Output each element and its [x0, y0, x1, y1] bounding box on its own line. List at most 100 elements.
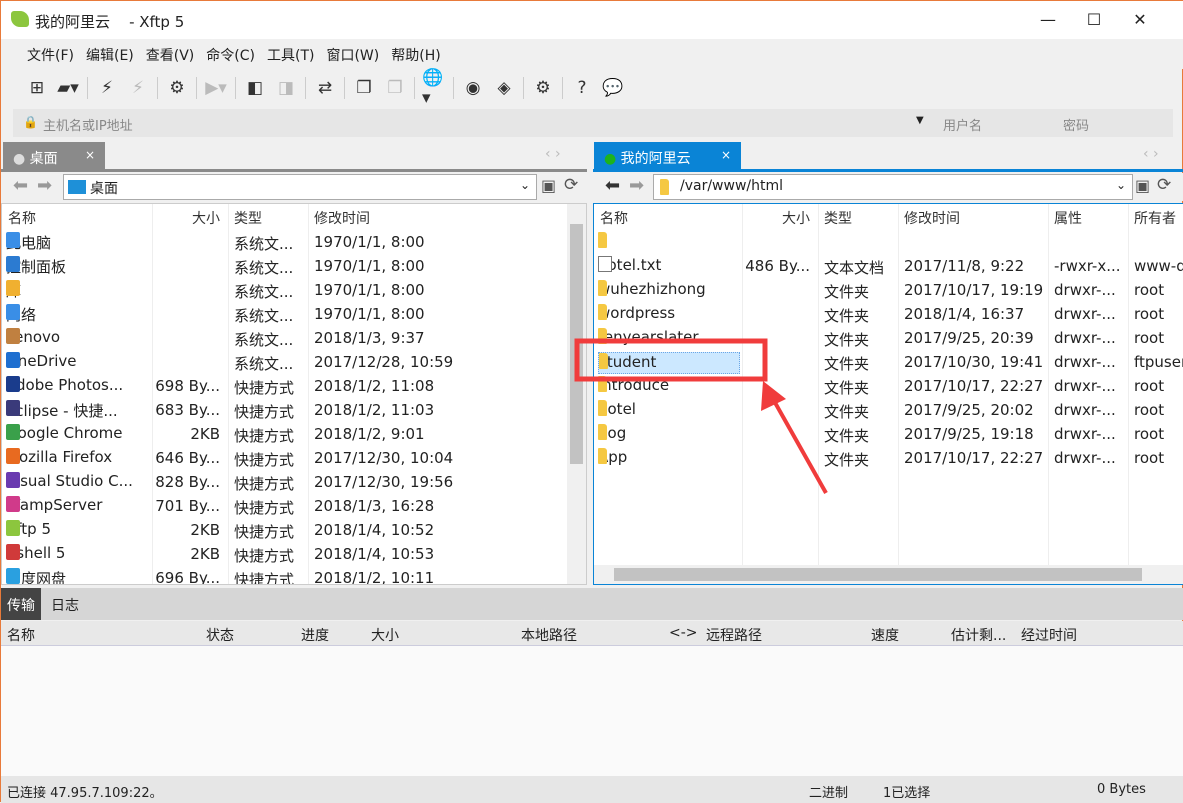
tab-close-icon[interactable]: ×: [85, 148, 95, 162]
copy-icon[interactable]: ❐: [352, 76, 376, 100]
file-row[interactable]: wordpress 文件夹 2018/1/4, 16:37 drwxr-... root: [594, 303, 1183, 327]
modified-time: 2017/12/28, 10:59: [314, 353, 454, 371]
disconnect-icon[interactable]: ⚡: [126, 76, 150, 100]
transfer-start-icon[interactable]: ▶▾: [204, 76, 228, 100]
file-row[interactable]: dog 文件夹 2017/9/25, 19:18 drwxr-... root: [594, 423, 1183, 447]
file-row[interactable]: ..: [594, 231, 1183, 255]
transfer-mode[interactable]: 二进制: [809, 782, 848, 801]
file-row[interactable]: Lenovo 系统文... 2018/1/3, 9:37: [2, 327, 586, 351]
transfer-column-0[interactable]: 名称: [7, 625, 35, 645]
back-arrow-icon[interactable]: ⬅: [13, 175, 28, 196]
column-4[interactable]: 属性: [1054, 208, 1082, 228]
local-path-input[interactable]: 桌面 ⌄: [63, 174, 537, 200]
file-row[interactable]: Visual Studio C... 828 By... 快捷方式 2017/12/3…: [2, 471, 586, 495]
column-2[interactable]: 类型: [234, 208, 262, 228]
file-row[interactable]: hotel.txt 486 By... 文本文档 2017/11/8, 9:22 -rw…: [594, 255, 1183, 279]
xftp-icon[interactable]: ◈: [492, 76, 516, 100]
file-row[interactable]: hotel 文件夹 2017/9/25, 20:02 drwxr-... root: [594, 399, 1183, 423]
path-dropdown-icon[interactable]: ⌄: [1116, 178, 1126, 192]
host-dropdown-icon[interactable]: ▼: [916, 115, 924, 126]
paste-icon[interactable]: ❐: [383, 76, 407, 100]
menu-edit[interactable]: 编辑(E): [80, 39, 140, 69]
column-3[interactable]: 修改时间: [314, 208, 370, 228]
forward-arrow-icon[interactable]: ➡: [629, 175, 644, 196]
file-row[interactable]: WampServer 701 By... 快捷方式 2018/1/3, 16:28: [2, 495, 586, 519]
globe-icon[interactable]: 🌐▾: [422, 68, 446, 108]
column-0[interactable]: 名称: [8, 208, 36, 228]
help-icon[interactable]: ?: [570, 76, 594, 100]
session-properties-icon[interactable]: ⚙: [165, 76, 189, 100]
new-session-icon[interactable]: ⊞: [25, 76, 49, 100]
tab-close-icon[interactable]: ×: [721, 148, 731, 162]
column-3[interactable]: 修改时间: [904, 208, 960, 228]
xshell-icon[interactable]: ◉: [461, 76, 485, 100]
tab-local-desktop[interactable]: ● 桌面 ×: [3, 142, 105, 170]
file-row[interactable]: Xshell 5 2KB 快捷方式 2018/1/4, 10:53: [2, 543, 586, 567]
file-row[interactable]: student 文件夹 2017/10/30, 19:41 drwxr-... ftpu…: [594, 351, 1183, 375]
transfer-column-1[interactable]: 状态: [206, 625, 234, 645]
file-row[interactable]: OneDrive 系统文... 2017/12/28, 10:59: [2, 351, 586, 375]
transfer-column-6[interactable]: 远程路径: [706, 625, 762, 645]
settings-gear-icon[interactable]: ⚙: [531, 76, 555, 100]
transfer-column-7[interactable]: 速度: [871, 625, 899, 645]
file-row[interactable]: eclipse - 快捷... 683 By... 快捷方式 2018/1/2, 11…: [2, 399, 586, 423]
file-row[interactable]: 控制面板 系统文... 1970/1/1, 8:00: [2, 255, 586, 279]
transfer-column-8[interactable]: 估计剩...: [951, 625, 1006, 645]
tab-transfer[interactable]: 传输: [1, 588, 41, 620]
file-row[interactable]: 百度网盘 696 By... 快捷方式 2018/1/2, 10:11: [2, 567, 586, 584]
menu-file[interactable]: 文件(F): [21, 39, 80, 69]
host-input[interactable]: 主机名或IP地址: [43, 115, 133, 134]
open-folder-icon[interactable]: ▰▾: [56, 76, 80, 100]
file-row[interactable]: 库 系统文... 1970/1/1, 8:00: [2, 279, 586, 303]
column-0[interactable]: 名称: [600, 208, 628, 228]
menu-help[interactable]: 帮助(H): [385, 39, 446, 69]
column-5[interactable]: 所有者: [1134, 208, 1176, 228]
file-row[interactable]: introduce 文件夹 2017/10/17, 22:27 drwxr-... ro…: [594, 375, 1183, 399]
file-row[interactable]: Google Chrome 2KB 快捷方式 2018/1/2, 9:01: [2, 423, 586, 447]
tab-scroll-arrows-icon[interactable]: ‹ ›: [545, 146, 561, 162]
refresh-icon[interactable]: ⟳: [564, 175, 578, 195]
file-row[interactable]: Mozilla Firefox 646 By... 快捷方式 2017/12/30, …: [2, 447, 586, 471]
connect-icon[interactable]: ⚡: [95, 76, 119, 100]
menu-view[interactable]: 查看(V): [140, 39, 201, 69]
file-row[interactable]: Xftp 5 2KB 快捷方式 2018/1/4, 10:52: [2, 519, 586, 543]
tab-log[interactable]: 日志: [45, 588, 85, 622]
transfer-column-3[interactable]: 大小: [371, 625, 399, 645]
username-input[interactable]: 用户名: [943, 115, 982, 134]
column-2[interactable]: 类型: [824, 208, 852, 228]
menu-command[interactable]: 命令(C): [200, 39, 261, 69]
tab-scroll-arrows-icon[interactable]: ‹ ›: [1143, 146, 1159, 162]
forward-arrow-icon[interactable]: ➡: [37, 175, 52, 196]
transfer-column-9[interactable]: 经过时间: [1021, 625, 1077, 645]
column-1[interactable]: 大小: [192, 208, 220, 228]
transfer-column-5[interactable]: <->: [669, 625, 698, 641]
feedback-icon[interactable]: 💬: [601, 76, 625, 100]
parent-folder-icon[interactable]: ▣: [541, 176, 556, 195]
password-input[interactable]: 密码: [1063, 115, 1089, 134]
transfer-column-4[interactable]: 本地路径: [521, 625, 577, 645]
remote-path-input[interactable]: /var/www/html ⌄: [653, 174, 1133, 200]
minimize-button[interactable]: —: [1025, 7, 1071, 33]
tab-remote-session[interactable]: ● 我的阿里云 ×: [594, 142, 741, 170]
download-icon[interactable]: ◧: [243, 76, 267, 100]
file-row[interactable]: 网络 系统文... 1970/1/1, 8:00: [2, 303, 586, 327]
path-dropdown-icon[interactable]: ⌄: [520, 178, 530, 192]
back-arrow-icon[interactable]: ⬅: [605, 175, 620, 196]
maximize-button[interactable]: ☐: [1071, 7, 1117, 33]
refresh-icon[interactable]: ⟳: [1157, 175, 1171, 195]
scrollbar-thumb[interactable]: [570, 224, 583, 464]
scrollbar-thumb[interactable]: [614, 568, 1142, 581]
file-row[interactable]: App 文件夹 2017/10/17, 22:27 drwxr-... root: [594, 447, 1183, 471]
close-button[interactable]: ✕: [1117, 7, 1163, 33]
upload-icon[interactable]: ◨: [274, 76, 298, 100]
file-row[interactable]: Adobe Photos... 698 By... 快捷方式 2018/1/2, 11…: [2, 375, 586, 399]
menu-window[interactable]: 窗口(W): [320, 39, 385, 69]
file-row[interactable]: 此电脑 系统文... 1970/1/1, 8:00: [2, 231, 586, 255]
file-row[interactable]: wuhezhizhong 文件夹 2017/10/17, 19:19 drwxr-..…: [594, 279, 1183, 303]
parent-folder-icon[interactable]: ▣: [1135, 176, 1150, 195]
transfer-column-2[interactable]: 进度: [301, 625, 329, 645]
sync-icon[interactable]: ⇄: [313, 76, 337, 100]
column-1[interactable]: 大小: [782, 208, 810, 228]
menu-tools[interactable]: 工具(T): [261, 39, 320, 69]
file-row[interactable]: tenyearslater 文件夹 2017/9/25, 20:39 drwxr-..…: [594, 327, 1183, 351]
